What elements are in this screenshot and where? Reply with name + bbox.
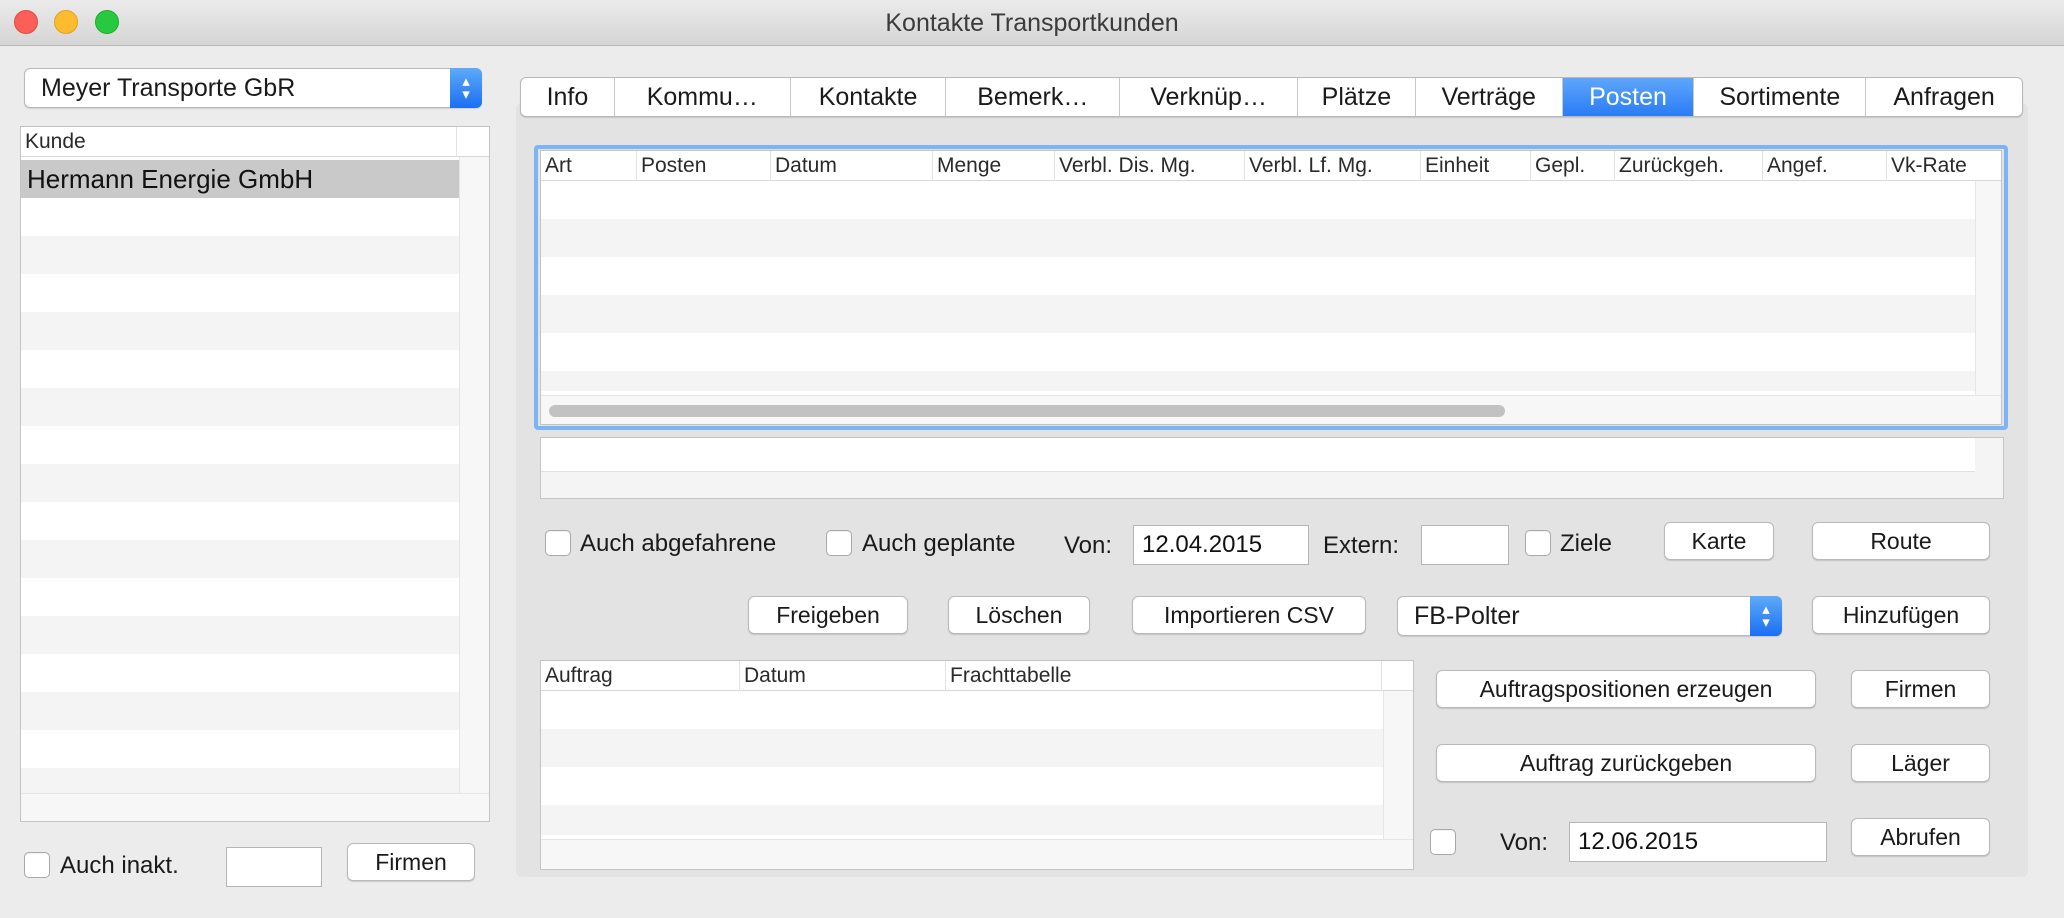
tab-kontakte[interactable]: Kontakte	[791, 78, 947, 116]
from-label: Von:	[1064, 532, 1113, 559]
tab-vertraege[interactable]: Verträge	[1416, 78, 1563, 116]
posts-table-header: Art Posten Datum Menge Verbl. Dis. Mg. V…	[541, 151, 2001, 181]
map-button[interactable]: Karte	[1664, 522, 1774, 560]
updown-arrows-icon: ▴ ▾	[1750, 596, 1782, 636]
column-header-posten[interactable]: Posten	[637, 151, 771, 181]
customer-table-header: Kunde	[21, 127, 489, 157]
vertical-scrollbar[interactable]	[459, 157, 489, 793]
type-select[interactable]: FB-Polter ▴ ▾	[1397, 596, 1782, 636]
table-row	[541, 371, 1975, 391]
left-firms-button[interactable]: Firmen	[347, 843, 475, 881]
inactive-checkbox[interactable]	[24, 852, 50, 878]
horizontal-scrollbar-thumb[interactable]	[549, 405, 1505, 417]
column-header-art[interactable]: Art	[541, 151, 637, 181]
tab-plaetze[interactable]: Plätze	[1298, 78, 1416, 116]
column-header-zurueckgeh[interactable]: Zurückgeh.	[1615, 151, 1763, 181]
table-row	[541, 805, 1383, 835]
fetch-button[interactable]: Abrufen	[1851, 818, 1990, 856]
company-select-value: Meyer Transporte GbR	[41, 74, 296, 102]
column-header-datum[interactable]: Datum	[740, 661, 946, 691]
vertical-scrollbar[interactable]	[1975, 181, 2001, 395]
tab-bar: Info Kommu… Kontakte Bemerk… Verknüp… Pl…	[520, 77, 2023, 117]
company-select[interactable]: Meyer Transporte GbR ▴ ▾	[24, 68, 482, 108]
table-row	[541, 729, 1383, 767]
planned-checkbox[interactable]	[826, 530, 852, 556]
posts-detail-area	[540, 437, 2004, 499]
customer-name: Hermann Energie GmbH	[27, 164, 314, 194]
tab-verknuepfungen[interactable]: Verknüp…	[1120, 78, 1298, 116]
inactive-filter-field[interactable]	[226, 847, 322, 887]
column-header-gepl[interactable]: Gepl.	[1531, 151, 1615, 181]
vertical-scrollbar[interactable]	[1383, 691, 1413, 839]
horizontal-scrollbar[interactable]	[21, 793, 489, 821]
order-firms-button[interactable]: Firmen	[1851, 670, 1990, 708]
import-csv-button[interactable]: Importieren CSV	[1132, 596, 1366, 634]
tab-sortimente[interactable]: Sortimente	[1694, 78, 1867, 116]
column-header-angef[interactable]: Angef.	[1763, 151, 1887, 181]
column-header-auftrag[interactable]: Auftrag	[541, 661, 740, 691]
window-title: Kontakte Transportkunden	[885, 9, 1179, 37]
extern-label: Extern:	[1323, 532, 1400, 559]
column-header-datum[interactable]: Datum	[771, 151, 933, 181]
orders-table-header: Auftrag Datum Frachttabelle	[541, 661, 1413, 691]
departed-checkbox[interactable]	[545, 530, 571, 556]
inactive-label: Auch inakt.	[60, 852, 179, 879]
extern-field[interactable]	[1421, 525, 1509, 565]
type-select-value: FB-Polter	[1414, 602, 1520, 630]
horizontal-scrollbar[interactable]	[541, 839, 1413, 869]
column-header-einheit[interactable]: Einheit	[1421, 151, 1531, 181]
customer-table[interactable]: Kunde Hermann Energie GmbH	[20, 126, 490, 822]
route-button[interactable]: Route	[1812, 522, 1990, 560]
table-row	[21, 616, 459, 654]
release-button[interactable]: Freigeben	[748, 596, 908, 634]
orders-from-checkbox[interactable]	[1430, 829, 1456, 855]
column-header-menge[interactable]: Menge	[933, 151, 1055, 181]
tab-anfragen[interactable]: Anfragen	[1866, 78, 2022, 116]
table-row	[21, 236, 459, 274]
orders-from-date-field[interactable]: 12.06.2015	[1569, 822, 1827, 862]
posts-table[interactable]: Art Posten Datum Menge Verbl. Dis. Mg. V…	[540, 150, 2002, 425]
targets-checkbox[interactable]	[1525, 530, 1551, 556]
column-header-frachttabelle[interactable]: Frachttabelle	[946, 661, 1382, 691]
from-date-field[interactable]: 12.04.2015	[1133, 525, 1309, 565]
table-row	[21, 540, 459, 578]
storage-button[interactable]: Läger	[1851, 744, 1990, 782]
updown-arrows-icon: ▴ ▾	[450, 68, 482, 108]
column-header-verbl-lf-mg[interactable]: Verbl. Lf. Mg.	[1245, 151, 1421, 181]
column-header-verbl-dis-mg[interactable]: Verbl. Dis. Mg.	[1055, 151, 1245, 181]
table-row	[21, 464, 459, 502]
horizontal-scrollbar[interactable]	[541, 395, 2001, 424]
table-row	[541, 295, 1975, 333]
departed-label: Auch abgefahrene	[580, 530, 777, 557]
create-order-positions-button[interactable]: Auftragspositionen erzeugen	[1436, 670, 1816, 708]
add-button[interactable]: Hinzufügen	[1812, 596, 1990, 634]
targets-label: Ziele	[1560, 530, 1613, 557]
tab-info[interactable]: Info	[521, 78, 615, 116]
tab-kommunikation[interactable]: Kommu…	[615, 78, 791, 116]
table-row	[21, 312, 459, 350]
orders-table[interactable]: Auftrag Datum Frachttabelle	[540, 660, 1414, 870]
planned-label: Auch geplante	[862, 530, 1016, 557]
delete-button[interactable]: Löschen	[948, 596, 1090, 634]
return-order-button[interactable]: Auftrag zurückgeben	[1436, 744, 1816, 782]
column-header-kunde[interactable]: Kunde	[21, 127, 457, 157]
orders-from-label: Von:	[1500, 829, 1549, 856]
tab-posten[interactable]: Posten	[1562, 78, 1695, 116]
table-row[interactable]: Hermann Energie GmbH	[21, 160, 459, 198]
posts-detail-row	[541, 438, 1975, 472]
tab-bemerkungen[interactable]: Bemerk…	[946, 78, 1121, 116]
table-row	[541, 219, 1975, 257]
table-row	[21, 388, 459, 426]
column-header-vk-rate[interactable]: Vk-Rate	[1887, 151, 2001, 181]
table-row	[21, 692, 459, 730]
